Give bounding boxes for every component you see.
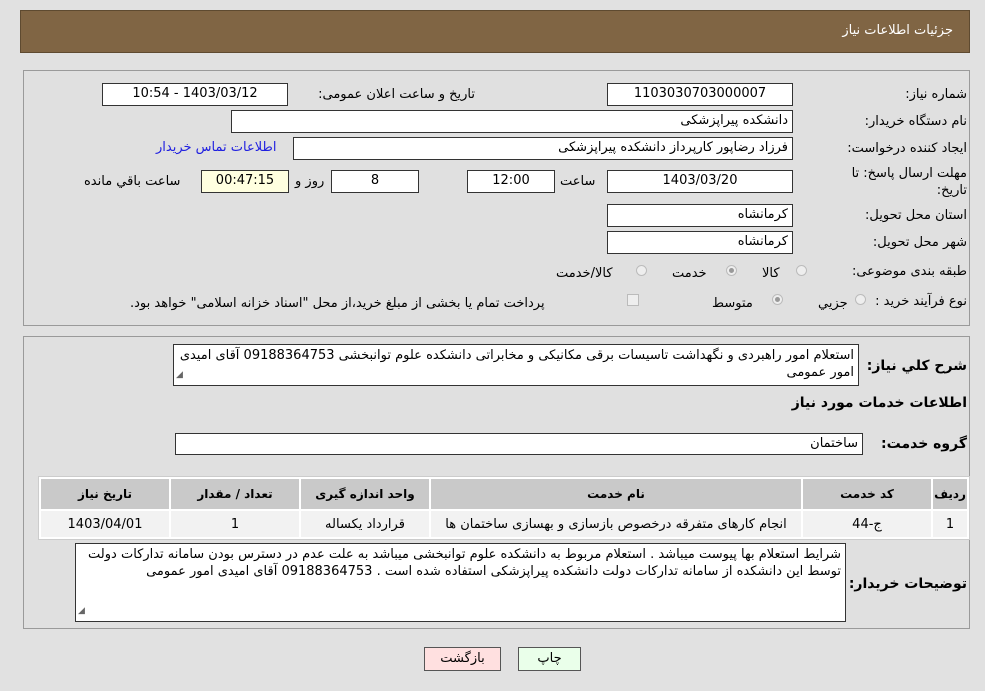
buyer-notes-label: توضیحات خریدار: (848, 576, 967, 592)
buyer-notes-text: شرایط استعلام بها پیوست میباشد . استعلام… (88, 547, 841, 579)
category-radio-goods[interactable] (796, 265, 807, 276)
buyer-field: دانشکده پیراپزشکی (231, 110, 793, 133)
summary-label: شرح کلي نیاز: (866, 358, 967, 374)
resize-grip-icon[interactable]: ◢ (78, 603, 85, 620)
cell-name: انجام کارهای متفرقه درخصوص بازسازی و بهس… (431, 511, 801, 537)
category-option-goods: کالا (762, 266, 780, 281)
deadline-date-field: 1403/03/20 (607, 170, 793, 193)
category-radio-goods-service[interactable] (636, 265, 647, 276)
city-field: کرمانشاه (607, 231, 793, 254)
deadline-label: مهلت ارسال پاسخ: تا تاریخ: (851, 166, 967, 198)
days-field: 8 (331, 170, 419, 193)
announce-label: تاریخ و ساعت اعلان عمومی: (318, 87, 475, 102)
services-table: ردیف کد خدمت نام خدمت واحد اندازه گیری ت… (38, 476, 970, 540)
city-label: شهر محل تحویل: (872, 235, 967, 250)
category-option-goods-service: کالا/خدمت (556, 266, 613, 281)
time-label: ساعت (560, 174, 596, 189)
back-button[interactable]: بازگشت (424, 647, 501, 671)
col-name: نام خدمت (431, 479, 801, 509)
summary-text: استعلام امور راهبردی و نگهداشت تاسیسات ب… (179, 348, 854, 380)
creator-field: فرزاد رضاپور کارپرداز دانشکده پیراپزشکی (293, 137, 793, 160)
col-row: ردیف (933, 479, 967, 509)
print-button[interactable]: چاپ (518, 647, 581, 671)
page-title: جزئیات اطلاعات نیاز (842, 23, 953, 38)
process-option-minor: جزيي (818, 296, 848, 311)
cell-code: ج-44 (803, 511, 931, 537)
cell-date: 1403/04/01 (41, 511, 169, 537)
table-header-row: ردیف کد خدمت نام خدمت واحد اندازه گیری ت… (41, 479, 967, 509)
process-radio-medium[interactable] (772, 294, 783, 305)
process-label: نوع فرآیند خرید : (875, 294, 967, 309)
services-title: اطلاعات خدمات مورد نیاز (791, 395, 967, 411)
process-option-medium: متوسط (712, 296, 753, 311)
cell-unit: قرارداد یکساله (301, 511, 429, 537)
col-code: کد خدمت (803, 479, 931, 509)
table-row: 1 ج-44 انجام کارهای متفرقه درخصوص بازساز… (41, 511, 967, 537)
service-group-label: گروه خدمت: (881, 436, 967, 452)
remaining-time-field: 00:47:15 (201, 170, 289, 193)
deadline-time-field: 12:00 (467, 170, 555, 193)
cell-qty: 1 (171, 511, 299, 537)
resize-grip-icon[interactable]: ◢ (176, 367, 183, 384)
buyer-contact-link[interactable]: اطلاعات تماس خریدار (156, 140, 276, 155)
remaining-label: ساعت باقي مانده (84, 174, 181, 189)
service-group-field: ساختمان (175, 433, 863, 455)
col-unit: واحد اندازه گیری (301, 479, 429, 509)
category-label: طبقه بندی موضوعی: (851, 264, 967, 279)
creator-label: ایجاد کننده درخواست: (847, 141, 967, 156)
payment-note: پرداخت تمام یا بخشی از مبلغ خرید،از محل … (130, 296, 545, 311)
need-number-label: شماره نیاز: (905, 87, 967, 102)
page-header: جزئیات اطلاعات نیاز (20, 10, 970, 53)
col-date: تاریخ نیاز (41, 479, 169, 509)
cell-row: 1 (933, 511, 967, 537)
need-number-field: 1103030703000007 (607, 83, 793, 106)
col-qty: تعداد / مقدار (171, 479, 299, 509)
province-label: استان محل تحویل: (865, 208, 967, 223)
category-radio-service[interactable] (726, 265, 737, 276)
province-field: کرمانشاه (607, 204, 793, 227)
announce-field: 1403/03/12 - 10:54 (102, 83, 288, 106)
days-label: روز و (295, 174, 325, 189)
buyer-label: نام دستگاه خریدار: (864, 114, 967, 129)
category-option-service: خدمت (672, 266, 707, 281)
payment-checkbox[interactable] (627, 294, 639, 306)
buyer-notes-textarea[interactable]: شرایط استعلام بها پیوست میباشد . استعلام… (75, 543, 846, 622)
summary-textarea[interactable]: استعلام امور راهبردی و نگهداشت تاسیسات ب… (173, 344, 859, 386)
process-radio-minor[interactable] (855, 294, 866, 305)
